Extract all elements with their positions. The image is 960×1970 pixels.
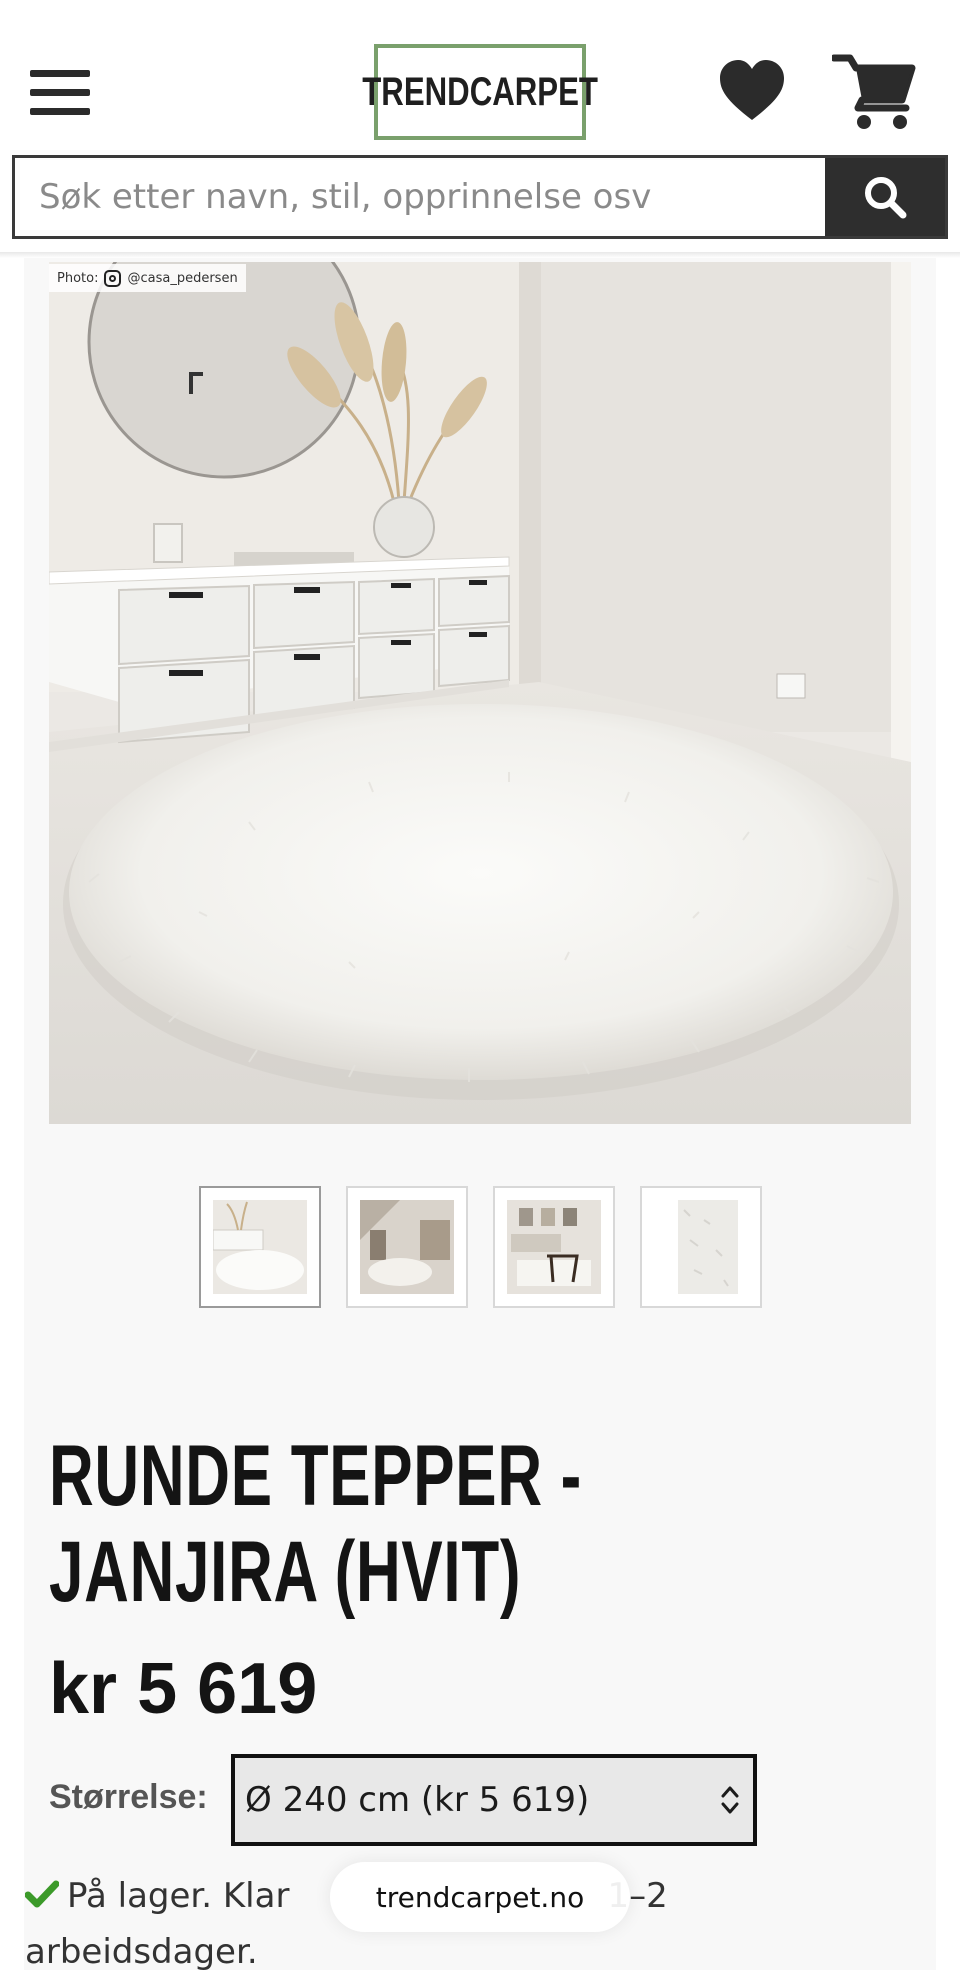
browser-url-bar[interactable]: trendcarpet.no [330,1862,630,1932]
product-image [49,262,911,1124]
search-button[interactable] [825,158,945,236]
thumbnail-2[interactable] [346,1186,468,1308]
shopping-cart-icon[interactable] [830,52,916,132]
size-select[interactable]: Ø 240 cm (kr 5 619) [231,1754,757,1846]
select-chevron-icon [721,1786,739,1814]
search-input[interactable] [15,158,825,236]
thumbnail-3[interactable] [493,1186,615,1308]
product-page: Photo: @casa_pedersen RUNDE TEPPER - JAN… [24,258,936,1970]
product-price: kr 5 619 [49,1649,318,1729]
heart-icon[interactable] [716,56,788,124]
site-header: TRENDCARPET [0,0,960,150]
search-icon [865,177,907,219]
site-logo[interactable]: TRENDCARPET [362,44,598,140]
hamburger-menu-icon[interactable] [30,70,90,120]
product-title: RUNDE TEPPER - JANJIRA (HVIT) [49,1428,583,1620]
search-bar [12,155,948,239]
url-text: trendcarpet.no [375,1880,585,1914]
thumbnail-4[interactable] [640,1186,762,1308]
thumbnail-1[interactable] [199,1186,321,1308]
checkmark-icon [25,1880,59,1908]
thumbnail-strip [199,1186,762,1308]
instagram-icon [104,269,122,287]
size-label: Størrelse: [49,1778,208,1816]
photo-credit: Photo: @casa_pedersen [49,264,246,292]
size-select-value: Ø 240 cm (kr 5 619) [245,1780,590,1820]
main-product-photo[interactable]: Photo: @casa_pedersen [49,262,911,1124]
logo-text: TRENDCARPET [362,69,598,114]
